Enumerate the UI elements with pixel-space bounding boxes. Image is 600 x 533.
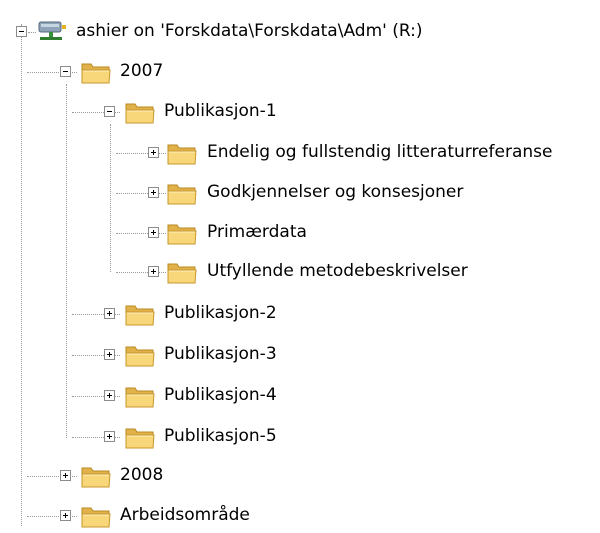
folder-icon (166, 259, 198, 285)
expand-toggle[interactable] (60, 510, 71, 521)
tree-node-label: Publikasjon-3 (164, 344, 277, 364)
tree-node-label: Arbeidsområde (120, 505, 250, 525)
folder-icon (124, 301, 156, 327)
expand-toggle[interactable] (104, 431, 115, 442)
folder-icon (80, 463, 112, 489)
folder-icon (80, 59, 112, 85)
tree-node-publikasjon-2[interactable]: Publikasjon-2 (0, 297, 600, 331)
collapse-toggle[interactable] (60, 66, 71, 77)
collapse-toggle[interactable] (104, 106, 115, 117)
tree-node-label: Publikasjon-4 (164, 385, 277, 405)
tree-node-label: ashier on 'Forskdata\Forskdata\Adm' (R:) (76, 21, 423, 41)
tree-node-2008[interactable]: 2008 (0, 459, 600, 493)
tree-node-label: Primærdata (207, 222, 307, 242)
tree-node-label: Godkjennelser og konsesjoner (207, 182, 464, 202)
expand-toggle[interactable] (104, 349, 115, 360)
tree-node-utfyllende[interactable]: Utfyllende metodebeskrivelser (0, 255, 600, 289)
tree-node-publikasjon-1[interactable]: Publikasjon-1 (0, 95, 600, 129)
tree-node-label: Utfyllende metodebeskrivelser (207, 261, 468, 281)
expand-toggle[interactable] (104, 390, 115, 401)
folder-icon (166, 180, 198, 206)
tree-node-label: Publikasjon-2 (164, 303, 277, 323)
folder-icon (124, 342, 156, 368)
tree-node-label: 2008 (120, 465, 164, 485)
tree-node-publikasjon-5[interactable]: Publikasjon-5 (0, 420, 600, 454)
expand-toggle[interactable] (104, 308, 115, 319)
tree-node-publikasjon-4[interactable]: Publikasjon-4 (0, 379, 600, 413)
network-drive-icon (36, 19, 68, 45)
expand-toggle[interactable] (148, 187, 159, 198)
expand-toggle[interactable] (60, 470, 71, 481)
folder-icon (166, 220, 198, 246)
expand-toggle[interactable] (148, 227, 159, 238)
tree-node-arbeidsomrade[interactable]: Arbeidsområde (0, 499, 600, 533)
folder-icon (124, 383, 156, 409)
tree-node-2007[interactable]: 2007 (0, 55, 600, 89)
tree-node-label: Publikasjon-1 (164, 101, 277, 121)
tree-node-label: Publikasjon-5 (164, 426, 277, 446)
tree-node-godkjennelser[interactable]: Godkjennelser og konsesjoner (0, 176, 600, 210)
tree-node-publikasjon-3[interactable]: Publikasjon-3 (0, 338, 600, 372)
collapse-toggle[interactable] (16, 26, 27, 37)
tree-node-endelig[interactable]: Endelig og fullstendig litteraturreferan… (0, 136, 600, 170)
folder-icon (124, 424, 156, 450)
expand-toggle[interactable] (148, 266, 159, 277)
folder-icon (124, 99, 156, 125)
folder-icon (80, 503, 112, 529)
tree-node-label: Endelig og fullstendig litteraturreferan… (207, 142, 553, 162)
tree-node-primaerdata[interactable]: Primærdata (0, 216, 600, 250)
tree-node-label: 2007 (120, 61, 164, 81)
folder-icon (166, 140, 198, 166)
expand-toggle[interactable] (148, 147, 159, 158)
tree-node-root[interactable]: ashier on 'Forskdata\Forskdata\Adm' (R:) (0, 15, 600, 49)
